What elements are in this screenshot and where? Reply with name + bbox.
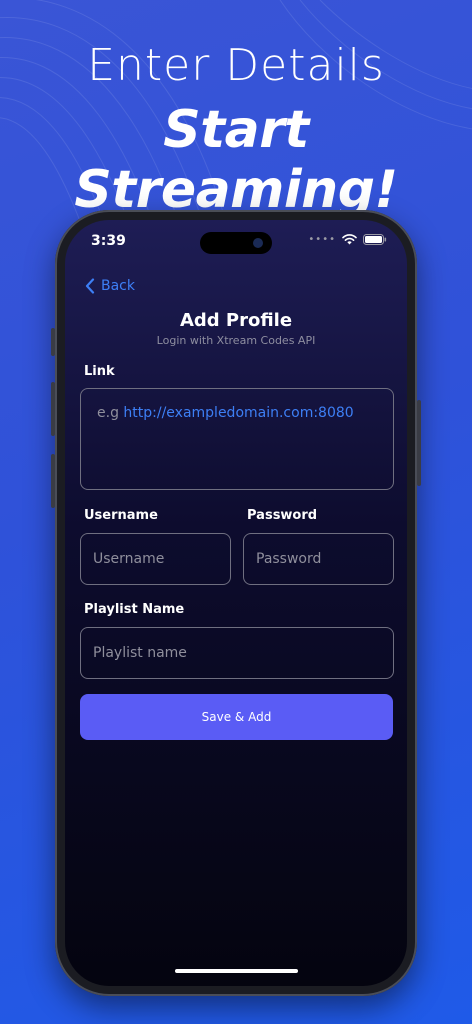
wifi-icon	[342, 234, 357, 245]
password-placeholder: Password	[256, 551, 322, 567]
playlist-name-placeholder: Playlist name	[93, 645, 187, 661]
link-label: Link	[84, 364, 115, 379]
dynamic-island	[200, 232, 272, 254]
username-label: Username	[84, 508, 158, 523]
link-placeholder: e.g http://exampledomain.com:8080	[97, 405, 354, 421]
hero-tagline: Start Streaming!	[74, 100, 398, 220]
signal-dots-icon: ••••	[308, 234, 336, 245]
back-label: Back	[101, 278, 135, 294]
password-input[interactable]: Password	[243, 533, 394, 585]
link-placeholder-prefix: e.g	[97, 405, 124, 421]
link-placeholder-url: http://exampledomain.com:8080	[123, 405, 354, 421]
username-input[interactable]: Username	[80, 533, 231, 585]
status-icons: ••••	[308, 234, 387, 245]
phone-frame: 3:39 •••• Back Add Profile Login with Xt…	[51, 210, 421, 996]
page-subtitle: Login with Xtream Codes API	[156, 334, 316, 347]
phone-silent-switch	[51, 328, 55, 356]
status-time: 3:39	[91, 233, 126, 249]
battery-icon	[363, 234, 387, 245]
home-indicator[interactable]	[175, 969, 298, 973]
phone-power-button	[417, 400, 421, 486]
save-add-button[interactable]: Save & Add	[80, 694, 393, 740]
camera-icon	[253, 238, 263, 248]
chevron-left-icon	[85, 278, 95, 294]
phone-volume-up	[51, 382, 55, 436]
phone-volume-down	[51, 454, 55, 508]
page-title: Add Profile	[179, 310, 293, 331]
link-input[interactable]: e.g http://exampledomain.com:8080	[80, 388, 394, 490]
hero-title: Enter Details	[87, 40, 385, 91]
playlist-name-label: Playlist Name	[84, 602, 185, 617]
password-label: Password	[247, 508, 318, 523]
playlist-name-input[interactable]: Playlist name	[80, 627, 394, 679]
username-placeholder: Username	[93, 551, 165, 567]
phone-screen: 3:39 •••• Back Add Profile Login with Xt…	[65, 220, 407, 986]
back-button[interactable]: Back	[85, 278, 135, 294]
